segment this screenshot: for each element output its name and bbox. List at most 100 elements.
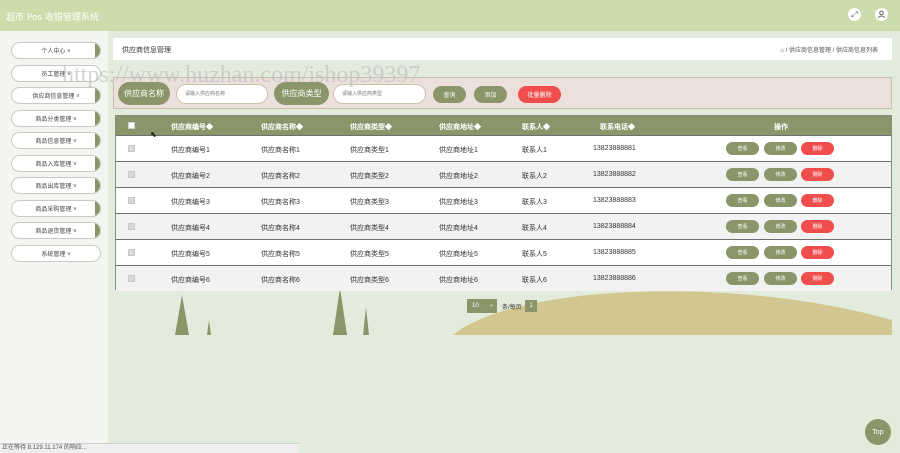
row-checkbox[interactable] bbox=[128, 145, 135, 152]
cell-phone: 13823888885 bbox=[593, 249, 636, 256]
batch-delete-button[interactable]: 批量删除 bbox=[518, 86, 561, 103]
cell-code: 供应商编号6 bbox=[171, 277, 210, 284]
sidebar-item-employee[interactable]: 员工管理 ˅ bbox=[11, 65, 101, 82]
cell-contact: 联系人5 bbox=[522, 251, 547, 258]
cell-contact: 联系人1 bbox=[522, 147, 547, 154]
cell-type: 供应商类型1 bbox=[350, 147, 389, 154]
search-bar: 供应商名称 供应商类型 查询 添加 批量删除 bbox=[113, 77, 892, 109]
cell-contact: 联系人3 bbox=[522, 199, 547, 206]
table-row: 供应商编号4 供应商名称4 供应商类型4 供应商地址4 联系人4 1382388… bbox=[116, 213, 891, 239]
query-button[interactable]: 查询 bbox=[433, 86, 466, 103]
cell-phone: 13823888882 bbox=[593, 171, 636, 178]
cell-phone: 13823888886 bbox=[593, 275, 636, 282]
cell-name: 供应商名称2 bbox=[261, 173, 300, 180]
table-row: 供应商编号2 供应商名称2 供应商类型2 供应商地址2 联系人2 1382388… bbox=[116, 161, 891, 187]
delete-button[interactable]: 删除 bbox=[801, 168, 834, 181]
mouse-cursor-icon: ⬉ bbox=[150, 130, 157, 139]
delete-button[interactable]: 删除 bbox=[801, 142, 834, 155]
sidebar-item-personal-center[interactable]: 个人中心 ˅ bbox=[11, 42, 101, 59]
cell-type: 供应商类型3 bbox=[350, 199, 389, 206]
sidebar-item-stock-out[interactable]: 商品出库管理 ˅ bbox=[11, 177, 101, 194]
supplier-type-label: 供应商类型 bbox=[274, 82, 329, 105]
cell-contact: 联系人2 bbox=[522, 173, 547, 180]
cell-code: 供应商编号5 bbox=[171, 251, 210, 258]
header-phone[interactable]: 联系电话◆ bbox=[600, 122, 635, 132]
app-title: 超市 Pos 收银管理系统 bbox=[6, 13, 100, 23]
cell-phone: 13823888883 bbox=[593, 197, 636, 204]
header-address[interactable]: 供应商地址◆ bbox=[439, 122, 481, 132]
row-checkbox[interactable] bbox=[128, 275, 135, 282]
per-page-label: 条/每页 bbox=[502, 305, 522, 311]
cell-name: 供应商名称6 bbox=[261, 277, 300, 284]
sidebar-item-category[interactable]: 商品分类管理 ˅ bbox=[11, 110, 101, 127]
cell-code: 供应商编号4 bbox=[171, 225, 210, 232]
delete-button[interactable]: 删除 bbox=[801, 194, 834, 207]
cell-code: 供应商编号1 bbox=[171, 147, 210, 154]
page-size-value: 10 bbox=[472, 303, 479, 309]
sidebar-item-purchase[interactable]: 商品采购管理 ˅ bbox=[11, 200, 101, 217]
sidebar-item-stock-in[interactable]: 商品入库管理 ˅ bbox=[11, 155, 101, 172]
fullscreen-icon[interactable]: ⤢ bbox=[848, 8, 861, 21]
header-code[interactable]: 供应商编号◆ bbox=[171, 122, 213, 132]
header-type[interactable]: 供应商类型◆ bbox=[350, 122, 392, 132]
row-checkbox[interactable] bbox=[128, 249, 135, 256]
edit-button[interactable]: 修改 bbox=[764, 142, 797, 155]
select-all-checkbox[interactable] bbox=[128, 122, 135, 129]
edit-button[interactable]: 修改 bbox=[764, 168, 797, 181]
top-bar: 超市 Pos 收银管理系统 ⤢ bbox=[0, 0, 900, 31]
cell-type: 供应商类型6 bbox=[350, 277, 389, 284]
page-size-select[interactable]: 10 ⌄ bbox=[467, 299, 497, 313]
row-checkbox[interactable] bbox=[128, 223, 135, 230]
table-header: 供应商编号◆ 供应商名称◆ 供应商类型◆ 供应商地址◆ 联系人◆ 联系电话◆ 操… bbox=[116, 116, 891, 135]
user-icon[interactable] bbox=[875, 8, 888, 21]
cell-phone: 13823888884 bbox=[593, 223, 636, 230]
cell-code: 供应商编号3 bbox=[171, 199, 210, 206]
edit-button[interactable]: 修改 bbox=[764, 272, 797, 285]
table-row: 供应商编号3 供应商名称3 供应商类型3 供应商地址3 联系人3 1382388… bbox=[116, 187, 891, 213]
row-checkbox[interactable] bbox=[128, 197, 135, 204]
view-button[interactable]: 查看 bbox=[726, 246, 759, 259]
sidebar-item-system[interactable]: 系统管理 ˅ bbox=[11, 245, 101, 262]
cell-type: 供应商类型5 bbox=[350, 251, 389, 258]
page-number-button[interactable]: 1 bbox=[525, 300, 537, 312]
cell-name: 供应商名称4 bbox=[261, 225, 300, 232]
cell-address: 供应商地址1 bbox=[439, 147, 478, 154]
table-row: 供应商编号5 供应商名称5 供应商类型5 供应商地址5 联系人5 1382388… bbox=[116, 239, 891, 265]
cell-name: 供应商名称1 bbox=[261, 147, 300, 154]
delete-button[interactable]: 删除 bbox=[801, 246, 834, 259]
cell-phone: 13823888881 bbox=[593, 145, 636, 152]
view-button[interactable]: 查看 bbox=[726, 168, 759, 181]
edit-button[interactable]: 修改 bbox=[764, 220, 797, 233]
edit-button[interactable]: 修改 bbox=[764, 194, 797, 207]
view-button[interactable]: 查看 bbox=[726, 194, 759, 207]
supplier-type-input[interactable] bbox=[333, 84, 426, 104]
status-bar: 正在等待 8.129.11.174 的响应... bbox=[0, 443, 299, 453]
cell-address: 供应商地址3 bbox=[439, 199, 478, 206]
row-checkbox[interactable] bbox=[128, 171, 135, 178]
add-button[interactable]: 添加 bbox=[474, 86, 507, 103]
header-contact[interactable]: 联系人◆ bbox=[522, 122, 550, 132]
supplier-name-input[interactable] bbox=[176, 84, 268, 104]
cell-type: 供应商类型2 bbox=[350, 173, 389, 180]
header-name[interactable]: 供应商名称◆ bbox=[261, 122, 303, 132]
cell-code: 供应商编号2 bbox=[171, 173, 210, 180]
home-icon[interactable]: ⌂ bbox=[780, 48, 784, 54]
table-row: 供应商编号1 供应商名称1 供应商类型1 供应商地址1 联系人1 1382388… bbox=[116, 135, 891, 161]
view-button[interactable]: 查看 bbox=[726, 220, 759, 233]
breadcrumb: ⌂ / 供应商信息管理 / 供应商信息列表 bbox=[780, 45, 878, 54]
header-actions: 操作 bbox=[774, 124, 788, 131]
cell-address: 供应商地址2 bbox=[439, 173, 478, 180]
view-button[interactable]: 查看 bbox=[726, 142, 759, 155]
back-to-top-button[interactable]: Top bbox=[865, 419, 891, 445]
delete-button[interactable]: 删除 bbox=[801, 220, 834, 233]
view-button[interactable]: 查看 bbox=[726, 272, 759, 285]
chevron-down-icon: ⌄ bbox=[488, 302, 494, 308]
breadcrumb-path[interactable]: / 供应商信息管理 / 供应商信息列表 bbox=[786, 48, 878, 54]
edit-button[interactable]: 修改 bbox=[764, 246, 797, 259]
sidebar-item-return[interactable]: 商品退货管理 ˅ bbox=[11, 222, 101, 239]
page-title: 供应商信息管理 bbox=[122, 47, 171, 54]
sidebar-item-supplier[interactable]: 供应商信息管理 ˅ bbox=[11, 87, 101, 104]
sidebar-item-product-info[interactable]: 商品信息管理 ˅ bbox=[11, 132, 101, 149]
delete-button[interactable]: 删除 bbox=[801, 272, 834, 285]
table-row: 供应商编号6 供应商名称6 供应商类型6 供应商地址6 联系人6 1382388… bbox=[116, 265, 891, 291]
